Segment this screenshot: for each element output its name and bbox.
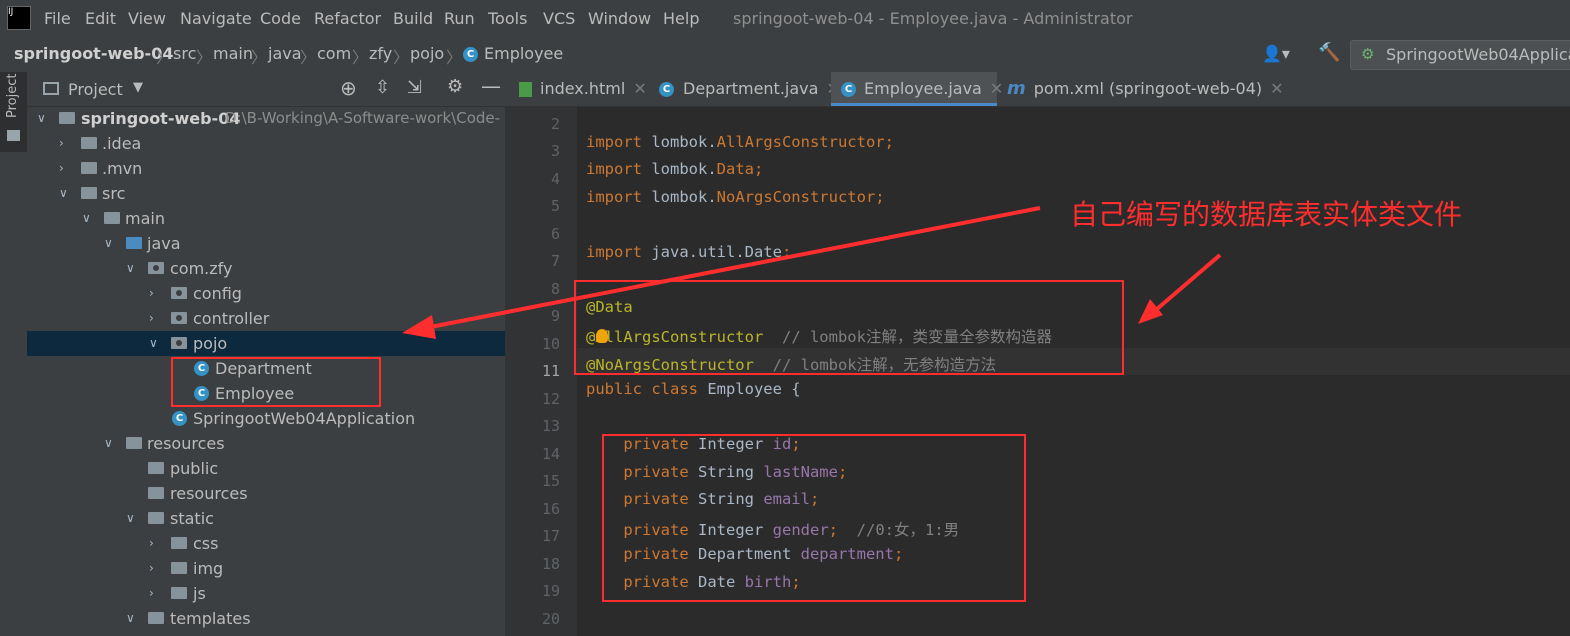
arrow-head-to-annotations [1138, 299, 1163, 324]
arrow-to-pojo [414, 206, 1041, 332]
arrow-head-to-pojo [402, 315, 436, 339]
annotation-arrows [402, 206, 1222, 339]
annotation-text: 自己编写的数据库表实体类文件 [1070, 198, 1463, 231]
arrow-to-annotations [1148, 253, 1222, 317]
